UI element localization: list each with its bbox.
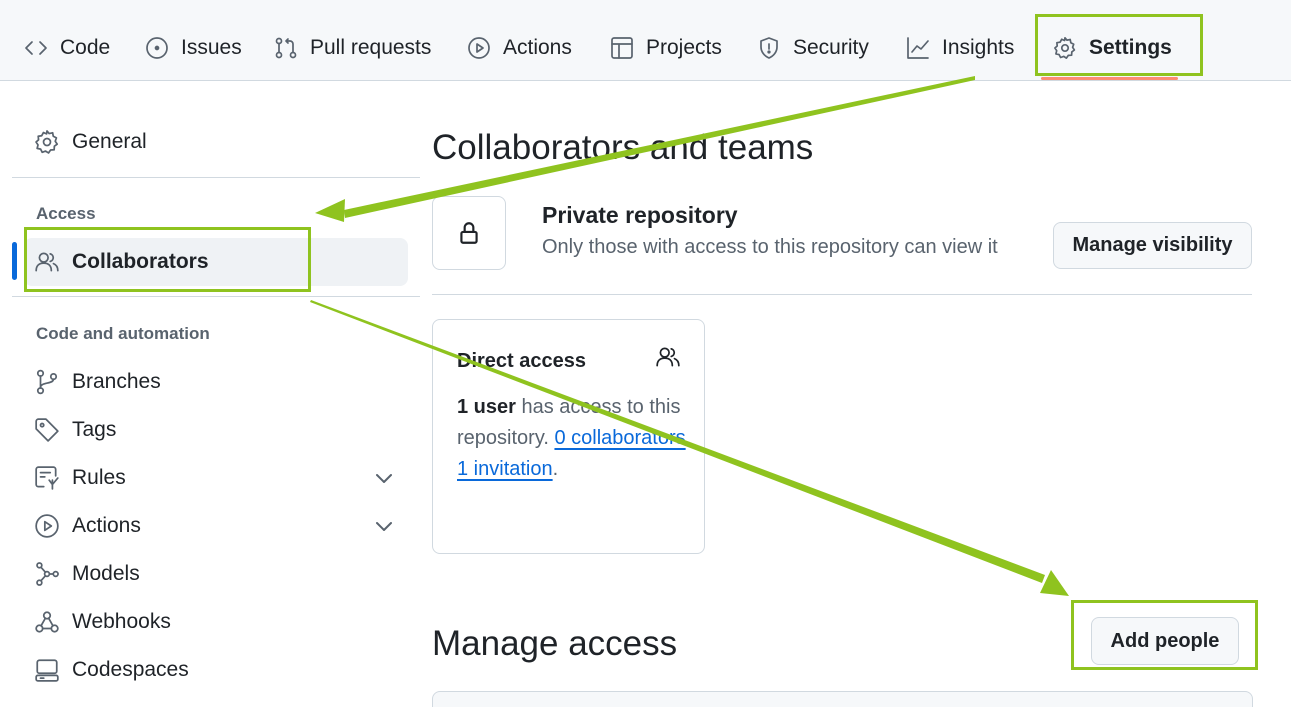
chevron-down-icon[interactable] <box>372 466 396 490</box>
direct-access-title: Direct access <box>457 350 586 372</box>
sidebar-selected-indicator <box>12 242 17 280</box>
sidebar-item-label: Models <box>72 562 140 585</box>
play-icon <box>35 514 59 538</box>
sidebar-item-rules[interactable]: Rules <box>34 458 126 498</box>
sidebar-item-label: Rules <box>72 466 126 489</box>
tab-label: Pull requests <box>310 36 432 59</box>
sidebar-item-label: Actions <box>72 514 141 537</box>
tab-label: Actions <box>503 36 572 59</box>
direct-access-card: Direct access 1 user has access to this … <box>432 319 705 554</box>
codespaces-icon <box>35 659 59 682</box>
rules-icon <box>35 466 59 490</box>
highlight-add-people <box>1071 600 1258 670</box>
visibility-title: Private repository <box>542 202 738 228</box>
invitation-link[interactable]: 1 invitation <box>457 458 553 480</box>
sidebar-item-label: Codespaces <box>72 658 189 681</box>
tab-security[interactable]: Security <box>757 28 869 68</box>
sidebar-divider <box>12 296 420 297</box>
summary-end: . <box>552 458 559 480</box>
tab-insights[interactable]: Insights <box>906 28 1014 68</box>
graph-icon <box>907 37 929 59</box>
arrowhead-add-people <box>1040 570 1069 596</box>
code-icon <box>25 41 47 55</box>
tab-label: Security <box>793 36 869 59</box>
collaborators-link[interactable]: 0 collaborators <box>554 427 685 449</box>
sidebar-item-label: Tags <box>72 418 117 441</box>
summary-separator: . <box>685 427 692 449</box>
arrowhead-collaborators <box>315 199 345 222</box>
sidebar-item-branches[interactable]: Branches <box>34 362 161 402</box>
tab-label: Issues <box>181 36 242 59</box>
shield-icon <box>760 37 778 59</box>
sidebar-heading-access: Access <box>36 204 96 223</box>
lock-icon <box>460 222 478 244</box>
table-icon <box>611 37 633 59</box>
people-icon <box>656 347 680 367</box>
chevron-down-icon[interactable] <box>372 514 396 538</box>
sidebar-item-codespaces[interactable]: Codespaces <box>34 650 189 690</box>
sidebar-item-label: Branches <box>72 370 161 393</box>
sidebar-heading-code-automation: Code and automation <box>36 324 210 343</box>
highlight-collaborators <box>24 227 311 292</box>
direct-access-summary: 1 user has access to this repository. 0 … <box>457 392 693 485</box>
selected-tab-indicator <box>1041 77 1178 80</box>
sidebar-item-models[interactable]: Models <box>34 554 140 594</box>
pull-request-icon <box>275 37 297 59</box>
sidebar-item-general[interactable]: General <box>34 122 147 162</box>
play-icon <box>468 37 490 59</box>
sidebar-item-label: Webhooks <box>72 610 171 633</box>
branch-icon <box>36 369 58 395</box>
page-title: Collaborators and teams <box>432 128 814 167</box>
sidebar-item-webhooks[interactable]: Webhooks <box>34 602 171 642</box>
issue-icon <box>146 37 168 59</box>
manage-visibility-button[interactable]: Manage visibility <box>1053 222 1252 269</box>
user-count: 1 user <box>457 396 516 418</box>
access-list-box <box>432 691 1253 707</box>
tab-code[interactable]: Code <box>24 28 110 68</box>
tab-label: Code <box>60 36 111 59</box>
tag-icon <box>35 418 59 442</box>
visibility-description: Only those with access to this repositor… <box>542 236 998 258</box>
tab-issues[interactable]: Issues <box>145 28 242 68</box>
tab-actions[interactable]: Actions <box>467 28 572 68</box>
sidebar-divider <box>12 177 420 178</box>
highlight-settings <box>1035 14 1203 76</box>
tab-label: Projects <box>646 36 722 59</box>
tab-pull-requests[interactable]: Pull requests <box>274 28 431 68</box>
visibility-icon-box <box>432 196 506 270</box>
manage-access-title: Manage access <box>432 624 678 663</box>
gear-icon <box>35 130 59 154</box>
model-icon <box>36 562 59 586</box>
tab-label: Insights <box>942 36 1015 59</box>
sidebar-item-label: General <box>72 130 147 153</box>
sidebar-item-actions[interactable]: Actions <box>34 506 141 546</box>
tab-projects[interactable]: Projects <box>610 28 722 68</box>
webhook-icon <box>35 611 59 633</box>
section-divider <box>432 294 1252 295</box>
sidebar-item-tags[interactable]: Tags <box>34 410 116 450</box>
